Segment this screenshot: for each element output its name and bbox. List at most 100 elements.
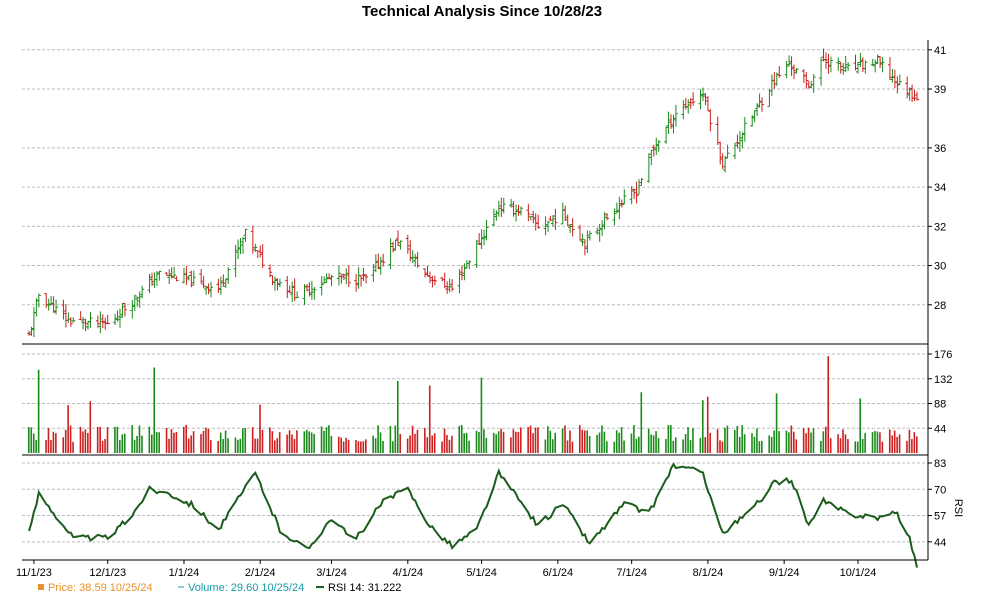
volume-bar xyxy=(916,436,918,453)
volume-bar xyxy=(670,425,672,453)
volume-bar xyxy=(839,438,842,453)
volume-bar xyxy=(893,430,896,453)
volume-bar xyxy=(566,440,569,453)
volume-bar xyxy=(603,431,606,453)
volume-bar xyxy=(650,434,652,453)
x-tick-label: 1/1/24 xyxy=(169,567,200,579)
volume-bar xyxy=(571,441,574,453)
x-tick-label: 2/1/24 xyxy=(245,567,276,579)
volume-bar xyxy=(89,401,92,453)
volume-bar xyxy=(360,441,362,453)
volume-bar xyxy=(704,437,707,453)
volume-bar xyxy=(377,425,379,453)
price-tick-label: 32 xyxy=(934,221,946,233)
volume-bar xyxy=(657,438,660,453)
volume-bar xyxy=(906,440,908,453)
volume-bar xyxy=(150,434,153,453)
volume-bar xyxy=(854,441,857,453)
volume-bar xyxy=(844,434,847,453)
volume-bar xyxy=(153,367,156,453)
volume-bar xyxy=(788,432,790,453)
chart-title: Technical Analysis Since 10/28/23 xyxy=(362,3,602,20)
volume-bar xyxy=(446,435,448,453)
volume-bar xyxy=(879,432,881,453)
volume-bar xyxy=(761,440,763,453)
volume-bar xyxy=(736,425,739,453)
volume-bar xyxy=(569,430,571,453)
volume-bar xyxy=(411,425,414,453)
volume-bar xyxy=(561,428,564,453)
volume-bar xyxy=(492,432,495,453)
price-tick-label: 41 xyxy=(934,45,946,57)
x-tick-label: 10/1/24 xyxy=(840,567,877,579)
volume-bar xyxy=(770,437,773,453)
volume-bar xyxy=(638,436,640,453)
volume-bar xyxy=(406,438,409,453)
volume-bar xyxy=(416,429,419,453)
volume-bar xyxy=(588,436,591,453)
price-tick-label: 28 xyxy=(934,300,946,312)
volume-bar xyxy=(116,426,119,453)
volume-bar xyxy=(495,434,497,453)
volume-bar xyxy=(475,430,478,453)
volume-bar xyxy=(45,439,47,453)
volume-bar xyxy=(824,426,827,453)
x-tick-label: 4/1/24 xyxy=(393,567,424,579)
volume-bar xyxy=(726,425,729,453)
volume-bar xyxy=(187,438,190,453)
volume-bar xyxy=(709,432,711,453)
volume-bar xyxy=(99,426,101,453)
rsi-axis-label: RSI xyxy=(952,499,964,517)
volume-bar xyxy=(182,426,185,453)
volume-bar xyxy=(623,440,625,453)
volume-bar xyxy=(790,425,793,453)
volume-tick-label: 44 xyxy=(934,423,946,435)
volume-bar xyxy=(155,432,158,453)
volume-bar xyxy=(871,432,874,453)
volume-bar xyxy=(190,435,192,453)
volume-bar xyxy=(847,439,849,453)
volume-bar xyxy=(175,432,178,453)
volume-bar xyxy=(829,438,832,453)
volume-bar xyxy=(426,437,429,453)
volume-bar xyxy=(881,441,884,453)
volume-bar xyxy=(313,433,315,453)
volume-bar xyxy=(261,430,264,453)
volume-bar xyxy=(721,441,724,453)
volume-bar xyxy=(724,427,726,453)
x-tick-label: 7/1/24 xyxy=(616,567,647,579)
volume-bar xyxy=(581,429,584,453)
volume-bar xyxy=(342,441,345,453)
rsi-tick-label: 83 xyxy=(934,458,946,470)
price-tick-label: 30 xyxy=(934,261,946,273)
volume-bar xyxy=(773,430,775,453)
volume-bar xyxy=(785,430,788,453)
volume-bar xyxy=(515,431,517,453)
volume-bar xyxy=(269,427,271,453)
volume-bar xyxy=(551,439,554,453)
volume-bar xyxy=(719,440,721,453)
volume-bar xyxy=(517,432,520,453)
volume-bar xyxy=(50,439,52,453)
volume-bar xyxy=(79,426,82,453)
volume-bar xyxy=(234,437,237,453)
volume-bar xyxy=(665,439,667,453)
volume-bar xyxy=(244,427,247,453)
volume-bar xyxy=(519,427,522,453)
volume-bar xyxy=(428,385,431,453)
volume-bar xyxy=(104,439,106,453)
volume-bar xyxy=(433,433,436,453)
volume-bar xyxy=(822,431,825,453)
volume-bar xyxy=(396,381,399,453)
x-tick-label: 11/1/23 xyxy=(16,567,52,579)
volume-bar xyxy=(96,426,99,453)
volume-bar xyxy=(441,441,443,453)
volume-bar xyxy=(618,432,620,453)
legend-entry-label: Price: 38.59 10/25/24 xyxy=(48,582,153,594)
volume-bar xyxy=(827,356,830,453)
volume-bar xyxy=(692,428,694,453)
volume-bar xyxy=(222,439,224,453)
volume-bar xyxy=(251,427,254,453)
volume-bar xyxy=(47,427,50,453)
volume-bar xyxy=(497,431,500,453)
